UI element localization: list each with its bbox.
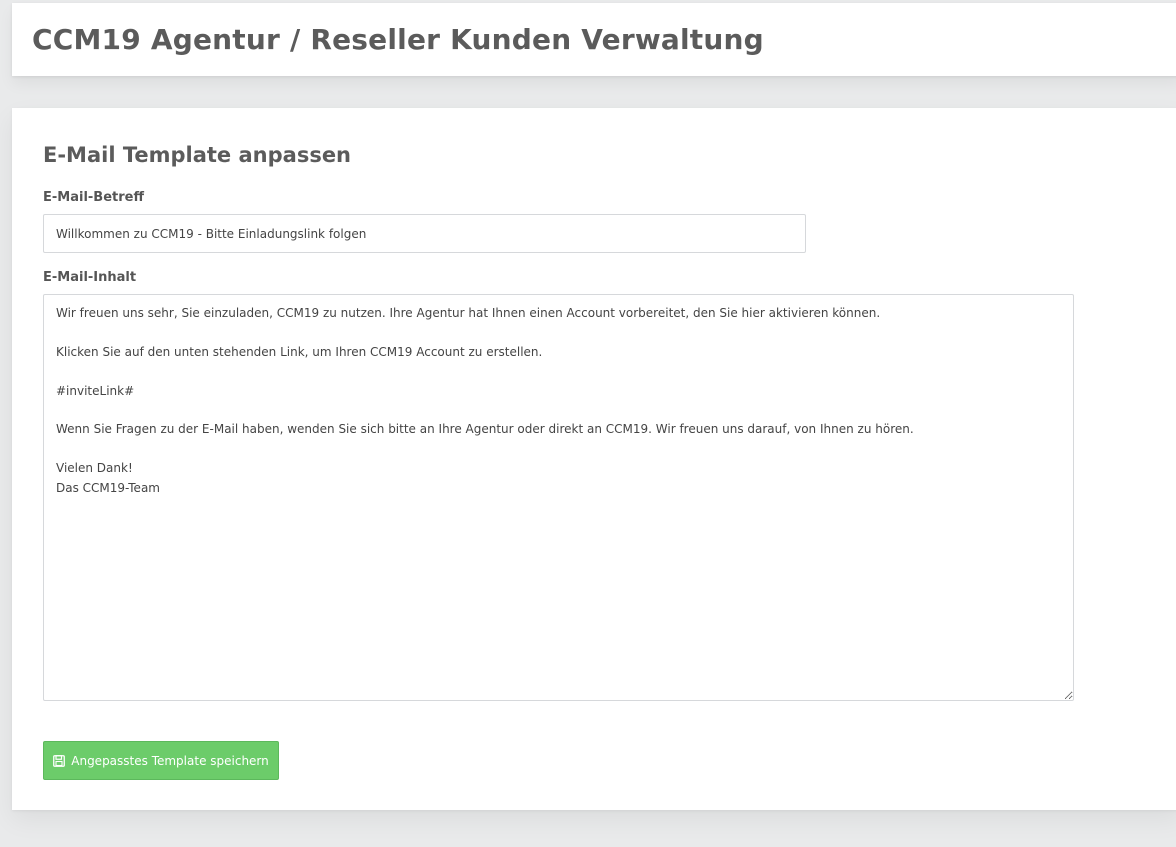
email-template-card: E-Mail Template anpassen E-Mail-Betreff …: [12, 108, 1176, 810]
email-subject-label: E-Mail-Betreff: [43, 190, 144, 205]
save-icon: [53, 754, 66, 767]
save-template-button[interactable]: Angepasstes Template speichern: [43, 741, 279, 780]
save-button-label: Angepasstes Template speichern: [71, 753, 269, 768]
email-content-label: E-Mail-Inhalt: [43, 270, 137, 285]
card-title: E-Mail Template anpassen: [43, 143, 352, 167]
email-content-textarea[interactable]: Wir freuen uns sehr, Sie einzuladen, CCM…: [43, 294, 1074, 701]
email-subject-input[interactable]: [43, 214, 806, 253]
page-title: CCM19 Agentur / Reseller Kunden Verwaltu…: [32, 23, 764, 56]
page-header: CCM19 Agentur / Reseller Kunden Verwaltu…: [12, 3, 1176, 76]
